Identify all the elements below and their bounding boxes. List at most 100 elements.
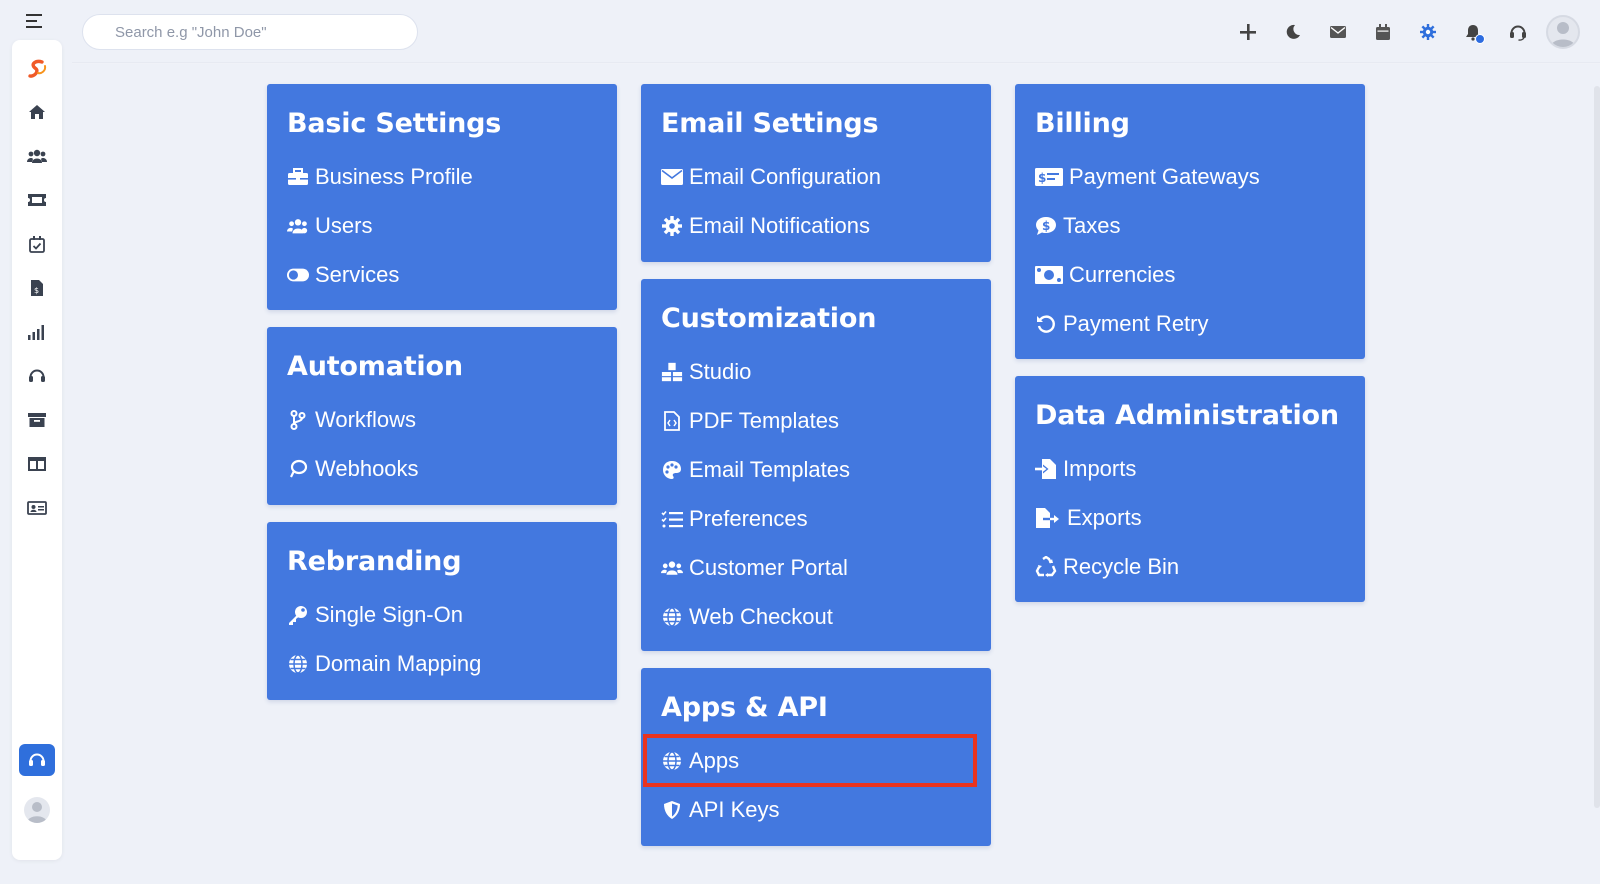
card-title: Customization xyxy=(661,303,877,334)
logo-icon[interactable] xyxy=(25,58,49,82)
home-icon[interactable] xyxy=(25,100,49,124)
link-exports[interactable]: Exports xyxy=(1035,493,1345,542)
calendar-check-icon[interactable] xyxy=(25,232,49,256)
plus-icon[interactable] xyxy=(1225,12,1270,52)
globe-icon xyxy=(287,653,309,675)
archive-icon[interactable] xyxy=(25,408,49,432)
notification-dot xyxy=(1475,34,1485,44)
link-label: Business Profile xyxy=(315,163,473,189)
search-input[interactable] xyxy=(115,23,385,41)
link-customer-portal[interactable]: Customer Portal xyxy=(661,543,971,592)
user-avatar[interactable] xyxy=(1546,15,1580,49)
link-imports[interactable]: Imports xyxy=(1035,444,1345,493)
columns-icon[interactable] xyxy=(25,452,49,476)
link-apps[interactable]: Apps xyxy=(643,734,977,787)
svg-text:$: $ xyxy=(34,286,39,295)
recycle-icon xyxy=(1035,555,1057,578)
link-email-notifications[interactable]: Email Notifications xyxy=(661,201,971,250)
card-customization: Customization Studio PDF Templates Email… xyxy=(641,279,991,651)
card-title: Basic Settings xyxy=(287,108,502,139)
invoice-icon[interactable]: $ xyxy=(25,276,49,300)
lasso-icon xyxy=(287,458,309,480)
card-title: Automation xyxy=(287,351,463,382)
card-title: Email Settings xyxy=(661,108,879,139)
headset-icon[interactable] xyxy=(1495,12,1540,52)
card-title: Data Administration xyxy=(1035,400,1339,431)
svg-text:$: $ xyxy=(1038,171,1046,185)
ticket-icon[interactable] xyxy=(25,188,49,212)
link-label: Web Checkout xyxy=(689,603,833,629)
link-taxes[interactable]: $ Taxes xyxy=(1035,201,1345,250)
cubes-icon xyxy=(661,361,683,383)
users-cog-icon xyxy=(287,215,309,237)
card-automation: Automation Workflows Webhooks xyxy=(267,327,617,505)
card-title: Apps & API xyxy=(661,692,828,723)
top-actions xyxy=(1225,12,1580,52)
link-users[interactable]: Users xyxy=(287,201,597,250)
search-box[interactable] xyxy=(82,14,418,50)
link-email-templates[interactable]: Email Templates xyxy=(661,445,971,494)
undo-icon xyxy=(1035,313,1057,335)
link-pdf-templates[interactable]: PDF Templates xyxy=(661,396,971,445)
link-label: Users xyxy=(315,212,373,238)
link-label: Email Notifications xyxy=(689,212,870,238)
link-label: Webhooks xyxy=(315,455,419,481)
link-preferences[interactable]: Preferences xyxy=(661,494,971,543)
users-icon[interactable] xyxy=(25,144,49,168)
list-check-icon xyxy=(661,508,683,530)
sidebar: $ xyxy=(12,40,62,860)
signal-icon[interactable] xyxy=(25,320,49,344)
link-recycle-bin[interactable]: Recycle Bin xyxy=(1035,542,1345,591)
card-title: Billing xyxy=(1035,108,1130,139)
link-label: Taxes xyxy=(1063,212,1121,238)
card-data-administration: Data Administration Imports Exports Recy… xyxy=(1015,376,1365,602)
users-icon xyxy=(661,557,683,579)
link-api-keys[interactable]: API Keys xyxy=(661,785,971,834)
cog-icon xyxy=(661,215,683,237)
bell-icon[interactable] xyxy=(1450,12,1495,52)
link-webhooks[interactable]: Webhooks xyxy=(287,444,597,493)
link-currencies[interactable]: Currencies xyxy=(1035,250,1345,299)
link-label: Exports xyxy=(1067,504,1142,530)
headset-icon[interactable] xyxy=(25,364,49,388)
svg-text:$: $ xyxy=(1042,219,1050,233)
support-button[interactable] xyxy=(19,744,55,776)
link-business-profile[interactable]: Business Profile xyxy=(287,152,597,201)
link-workflows[interactable]: Workflows xyxy=(287,395,597,444)
money-bill-icon xyxy=(1035,264,1063,286)
link-services[interactable]: Services xyxy=(287,250,597,299)
moon-icon[interactable] xyxy=(1270,12,1315,52)
mail-icon[interactable] xyxy=(1315,12,1360,52)
link-studio[interactable]: Studio xyxy=(661,347,971,396)
link-label: Single Sign-On xyxy=(315,601,463,627)
link-label: Payment Gateways xyxy=(1069,163,1260,189)
link-label: Imports xyxy=(1063,455,1137,481)
header-divider xyxy=(72,62,1600,64)
comment-dollar-icon: $ xyxy=(1035,215,1057,237)
link-label: Workflows xyxy=(315,406,417,432)
key-icon xyxy=(287,604,309,626)
card-email-settings: Email Settings Email Configuration Email… xyxy=(641,84,991,262)
link-single-sign-on[interactable]: Single Sign-On xyxy=(287,590,597,639)
card-title: Rebranding xyxy=(287,546,462,577)
scrollbar[interactable] xyxy=(1594,86,1600,808)
sidebar-avatar[interactable] xyxy=(24,797,50,823)
globe-icon xyxy=(661,750,683,772)
id-card-icon[interactable] xyxy=(25,496,49,520)
link-label: Apps xyxy=(689,747,740,773)
calendar-icon[interactable] xyxy=(1360,12,1405,52)
gear-icon[interactable] xyxy=(1405,12,1450,52)
file-export-icon xyxy=(1035,507,1061,529)
link-email-configuration[interactable]: Email Configuration xyxy=(661,152,971,201)
money-check-icon: $ xyxy=(1035,166,1063,188)
globe-icon xyxy=(661,606,683,628)
link-payment-retry[interactable]: Payment Retry xyxy=(1035,299,1345,348)
menu-toggle-icon[interactable] xyxy=(24,12,46,30)
link-payment-gateways[interactable]: $ Payment Gateways xyxy=(1035,152,1345,201)
link-domain-mapping[interactable]: Domain Mapping xyxy=(287,639,597,688)
link-web-checkout[interactable]: Web Checkout xyxy=(661,592,971,641)
file-code-icon xyxy=(661,410,683,432)
link-label: Studio xyxy=(689,358,752,384)
link-label: Recycle Bin xyxy=(1063,553,1180,579)
palette-icon xyxy=(661,459,683,481)
